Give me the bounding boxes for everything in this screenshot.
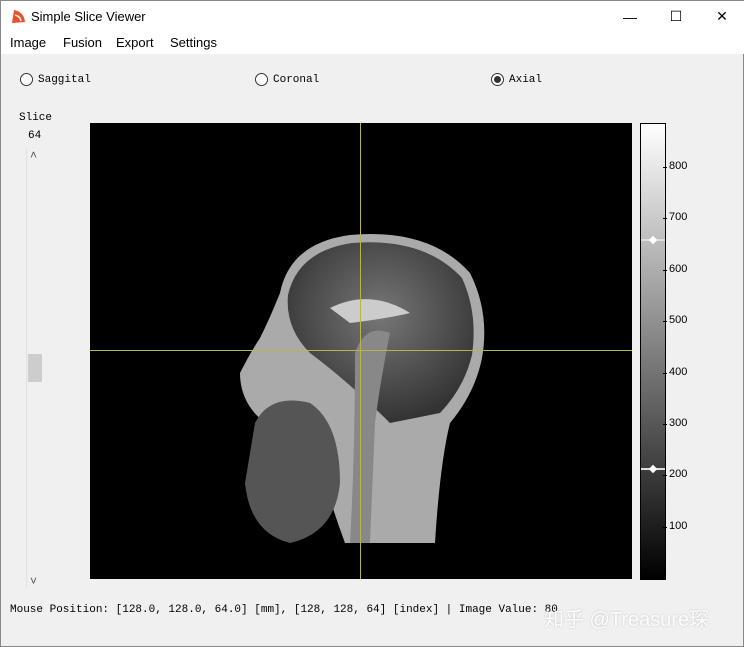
window-min-handle[interactable] bbox=[641, 464, 665, 473]
colorbar-tick-label: 700 bbox=[669, 211, 688, 224]
colorbar-tick-label: 300 bbox=[669, 417, 688, 429]
radio-saggital[interactable]: Saggital bbox=[20, 73, 91, 86]
colorbar bbox=[640, 123, 666, 580]
radio-label: Coronal bbox=[273, 73, 320, 86]
title-bar: Simple Slice Viewer — ☐ ✕ bbox=[1, 1, 744, 32]
colorbar-tick-label: 800 bbox=[669, 160, 688, 172]
app-logo-icon bbox=[12, 10, 25, 23]
status-bar-text: Mouse Position: [128.0, 128.0, 64.0] [mm… bbox=[10, 604, 558, 616]
colorbar-tick bbox=[663, 526, 667, 528]
scroll-down-icon[interactable]: ˅ bbox=[30, 574, 37, 588]
mri-slice-image bbox=[240, 234, 485, 544]
radio-circle[interactable] bbox=[255, 73, 268, 86]
slice-value: 64 bbox=[28, 130, 42, 142]
radio-axial[interactable]: Axial bbox=[491, 73, 542, 86]
window-title: Simple Slice Viewer bbox=[31, 9, 146, 24]
colorbar-tick bbox=[663, 321, 667, 323]
slider-thumb[interactable] bbox=[28, 354, 42, 382]
minimize-button[interactable]: — bbox=[607, 1, 653, 32]
colorbar-tick bbox=[663, 424, 667, 425]
crosshair-horizontal bbox=[90, 350, 632, 351]
menu-bar: Image Fusion Export Settings bbox=[1, 32, 744, 54]
colorbar-tick bbox=[663, 372, 667, 374]
crosshair-vertical bbox=[360, 123, 361, 579]
scroll-up-icon[interactable]: ˄ bbox=[30, 148, 37, 162]
colorbar-tick-label: 500 bbox=[669, 314, 688, 327]
colorbar-tick-label: 600 bbox=[669, 262, 688, 275]
colorbar-tick-label: 400 bbox=[669, 365, 688, 378]
menu-fusion[interactable]: Fusion bbox=[63, 35, 102, 50]
colorbar-tick bbox=[663, 167, 667, 168]
radio-label: Saggital bbox=[38, 73, 91, 86]
image-viewport[interactable] bbox=[90, 123, 632, 579]
colorbar-tick-label: 100 bbox=[669, 519, 688, 532]
radio-circle[interactable] bbox=[491, 73, 504, 86]
window-max-handle[interactable] bbox=[641, 235, 665, 245]
radio-circle[interactable] bbox=[20, 73, 33, 86]
slice-slider[interactable]: ˄ ˅ bbox=[26, 148, 42, 588]
watermark: 知乎 @Treasure琛 bbox=[544, 609, 710, 631]
menu-export[interactable]: Export bbox=[116, 35, 154, 50]
close-button[interactable]: ✕ bbox=[699, 1, 744, 32]
slice-label: Slice bbox=[19, 112, 53, 124]
colorbar-tick bbox=[663, 475, 667, 477]
menu-settings[interactable]: Settings bbox=[170, 35, 217, 50]
colorbar-tick bbox=[663, 218, 667, 220]
maximize-button[interactable]: ☐ bbox=[653, 1, 699, 32]
colorbar-tick-label: 200 bbox=[669, 468, 688, 481]
colorbar-tick bbox=[663, 269, 667, 271]
menu-image[interactable]: Image bbox=[10, 35, 46, 50]
radio-coronal[interactable]: Coronal bbox=[255, 73, 319, 86]
radio-label: Axial bbox=[509, 73, 543, 86]
